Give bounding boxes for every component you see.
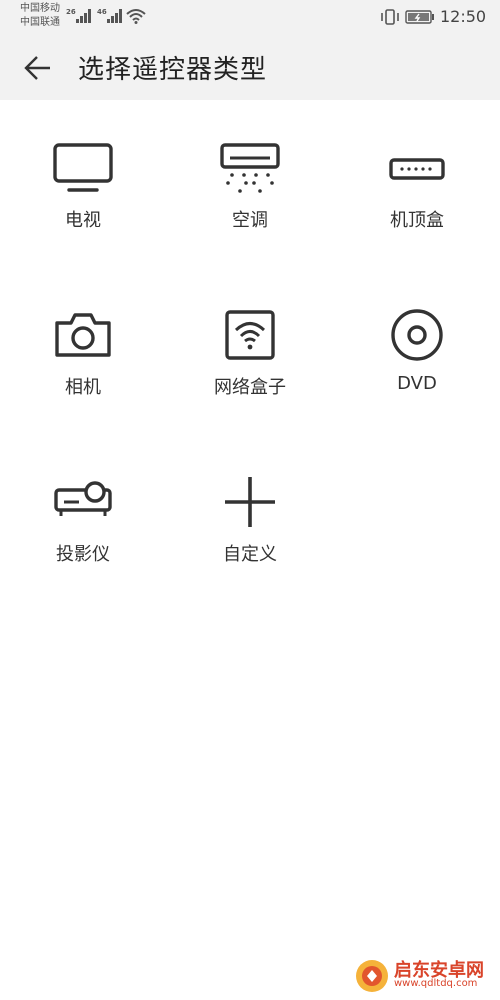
carrier-1: 中国移动	[20, 3, 60, 14]
page-title: 选择遥控器类型	[78, 55, 268, 85]
remote-type-camera[interactable]: 相机	[0, 267, 166, 417]
signal-icon	[107, 9, 122, 23]
watermark: 启东安卓网 www.qdltdq.com	[354, 956, 494, 996]
network-box-icon	[225, 310, 275, 360]
camera-icon	[55, 313, 111, 357]
carrier-names: 中国移动 中国联通	[20, 2, 60, 30]
site-logo-icon	[356, 960, 388, 992]
air-conditioner-icon	[220, 143, 280, 193]
remote-type-custom[interactable]: 自定义	[167, 434, 333, 584]
wifi-status-icon	[126, 9, 146, 24]
vibrate-icon	[381, 9, 399, 25]
remote-type-label: 相机	[65, 377, 101, 398]
remote-type-label: 网络盒子	[214, 377, 286, 398]
clock: 12:50	[440, 7, 487, 26]
carrier-2: 中国联通	[20, 17, 60, 28]
back-button[interactable]	[22, 52, 54, 84]
remote-type-label: 空调	[232, 210, 268, 231]
tv-icon	[53, 143, 113, 192]
plus-icon	[225, 477, 275, 527]
status-bar: 中国移动 中国联通 26 46 12:50	[0, 0, 500, 34]
remote-type-set-top-box[interactable]: 机顶盒	[334, 100, 500, 250]
app-bar: 选择遥控器类型	[0, 34, 500, 100]
remote-type-label: 电视	[65, 210, 101, 231]
remote-type-label: 投影仪	[56, 544, 110, 565]
remote-type-network-box[interactable]: 网络盒子	[167, 267, 333, 417]
watermark-url: www.qdltdq.com	[394, 978, 478, 989]
arrow-left-icon	[24, 56, 50, 80]
projector-icon	[54, 481, 112, 516]
network-type-2: 46	[97, 8, 107, 16]
remote-type-air-conditioner[interactable]: 空调	[167, 100, 333, 250]
set-top-box-icon	[389, 158, 445, 180]
disc-icon	[391, 309, 443, 361]
remote-type-label: DVD	[397, 373, 437, 394]
network-type-1: 26	[66, 8, 76, 16]
remote-type-dvd[interactable]: DVD	[334, 267, 500, 417]
signal-icon	[76, 9, 91, 23]
remote-type-projector[interactable]: 投影仪	[0, 434, 166, 584]
remote-type-label: 机顶盒	[390, 210, 444, 231]
remote-type-tv[interactable]: 电视	[0, 100, 166, 250]
battery-icon	[405, 10, 434, 24]
remote-type-label: 自定义	[223, 544, 277, 565]
